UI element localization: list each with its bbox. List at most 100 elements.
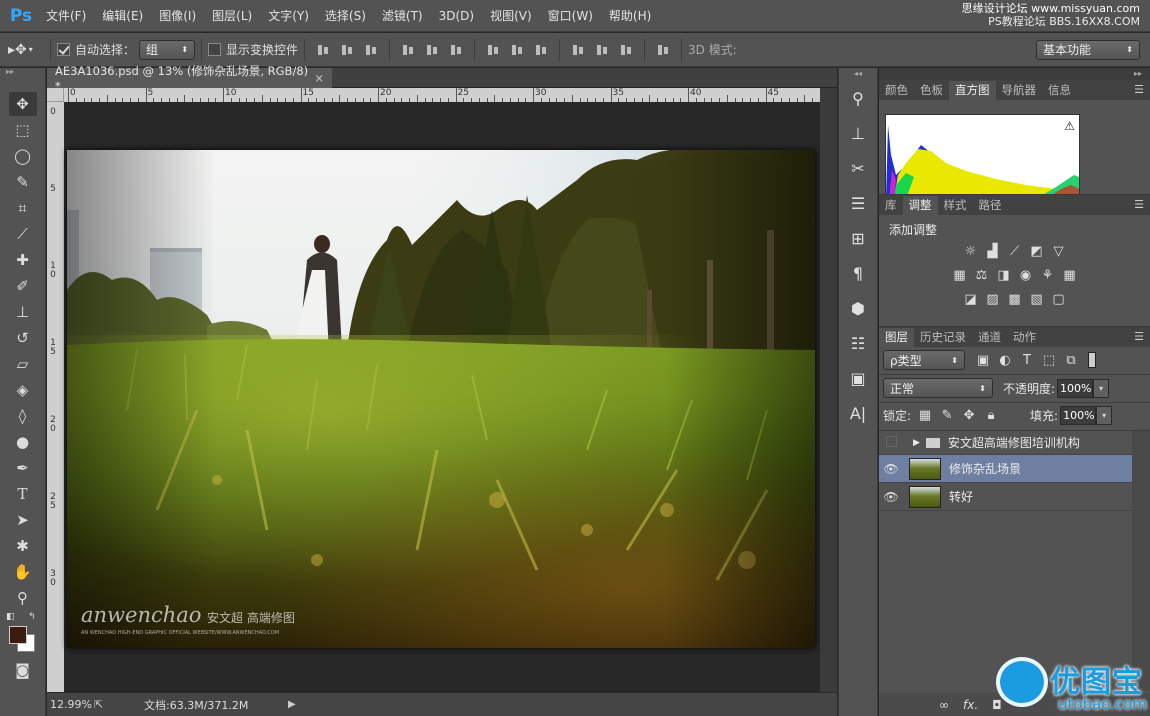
lock-pixels-icon[interactable]: ✎ — [939, 408, 955, 423]
tool-presets-icon[interactable]: ✂ — [843, 154, 873, 182]
layer-group-row[interactable]: ▶ 安文超高端修图培训机构 — [879, 431, 1132, 455]
align-left-icon[interactable] — [401, 43, 415, 57]
adjustments-panel-tab[interactable]: 库 — [879, 196, 903, 215]
menu-item[interactable]: 文件(F) — [38, 0, 94, 32]
vibrance-icon[interactable]: ▽ — [1051, 244, 1067, 259]
export-icon[interactable]: ⇱ — [94, 698, 114, 711]
layer-style-icon[interactable]: fx. — [963, 698, 978, 712]
foreground-color-swatch[interactable] — [9, 626, 27, 644]
layers-scrollbar[interactable] — [1132, 431, 1150, 691]
align-hcenter-icon[interactable] — [425, 43, 439, 57]
status-menu-arrow-icon[interactable]: ▶ — [288, 699, 296, 710]
show-transform-checkbox[interactable]: 显示变换控件 — [208, 41, 298, 58]
warning-icon[interactable]: ⚠ — [1064, 119, 1075, 133]
filter-type-icon[interactable]: T — [1019, 353, 1035, 368]
lasso-tool-icon[interactable]: ◯ — [9, 144, 37, 168]
auto-select-checkbox[interactable]: 自动选择： — [57, 41, 135, 58]
horizontal-ruler[interactable]: 0 5 10 15 20 25 30 35 40 45 — [64, 88, 837, 102]
levels-icon[interactable]: ▟ — [985, 244, 1001, 259]
healing-brush-tool-icon[interactable]: ✚ — [9, 248, 37, 272]
histogram-panel-tab[interactable]: 颜色 — [879, 81, 914, 100]
default-colors-icon[interactable]: ◧ — [6, 612, 15, 622]
menu-item[interactable]: 帮助(H) — [601, 0, 659, 32]
glyphs-icon[interactable]: A| — [843, 399, 873, 427]
curves-icon[interactable]: ⟋ — [1007, 244, 1023, 259]
vertical-scrollbar[interactable] — [820, 88, 837, 692]
path-select-tool-icon[interactable]: ➤ — [9, 508, 37, 532]
shape-tool-icon[interactable]: ✱ — [9, 534, 37, 558]
quick-select-tool-icon[interactable]: ✎ — [9, 170, 37, 194]
vertical-ruler[interactable]: 0 5 1 0 1 5 2 0 2 5 3 0 — [47, 102, 64, 692]
menu-item[interactable]: 编辑(E) — [94, 0, 151, 32]
marquee-tool-icon[interactable]: ⬚ — [9, 118, 37, 142]
crop-tool-icon[interactable]: ⌗ — [9, 196, 37, 220]
quick-mask-icon[interactable]: ◙ — [9, 658, 37, 682]
character-panel-icon[interactable]: ☰ — [843, 189, 873, 217]
dodge-tool-icon[interactable]: ● — [9, 430, 37, 454]
opacity-dropdown-icon[interactable]: ▾ — [1093, 378, 1110, 398]
distribute-bottom-icon[interactable] — [534, 43, 548, 57]
menu-item[interactable]: 窗口(W) — [540, 0, 601, 32]
exposure-icon[interactable]: ◩ — [1029, 244, 1045, 259]
paragraph-icon[interactable]: ¶ — [843, 259, 873, 287]
zoom-tool-icon[interactable]: ⚲ — [9, 586, 37, 610]
visibility-toggle-empty[interactable] — [879, 435, 903, 450]
layer-filter-dropdown[interactable]: ρ类型 ⬍ — [883, 350, 965, 370]
menu-item[interactable]: 图层(L) — [204, 0, 260, 32]
layers-panel-tab[interactable]: 通道 — [972, 328, 1007, 347]
invert-icon[interactable]: ◪ — [963, 292, 979, 307]
selective-color-icon[interactable]: ▢ — [1051, 292, 1067, 307]
hand-tool-icon[interactable]: ✋ — [9, 560, 37, 584]
black-white-icon[interactable]: ◨ — [996, 268, 1012, 283]
opacity-input[interactable]: 100% — [1057, 378, 1094, 398]
menu-item[interactable]: 文字(Y) — [260, 0, 317, 32]
layers-panel-tab[interactable]: 动作 — [1007, 328, 1042, 347]
auto-select-dropdown[interactable]: 组 ⬍ — [139, 39, 196, 60]
adjustments-panel-tab[interactable]: 调整 — [902, 196, 938, 215]
ruler-origin[interactable] — [47, 88, 64, 102]
fill-dropdown-icon[interactable]: ▾ — [1096, 406, 1113, 425]
distribute-vcenter-icon[interactable] — [510, 43, 524, 57]
distribute-right-icon[interactable] — [619, 43, 633, 57]
menu-item[interactable]: 图像(I) — [151, 0, 204, 32]
panel-menu-icon[interactable]: ☰ — [1134, 330, 1144, 343]
paragraph-styles-icon[interactable]: ⊞ — [843, 224, 873, 252]
hue-saturation-icon[interactable]: ▦ — [952, 268, 968, 283]
threshold-icon[interactable]: ▩ — [1007, 292, 1023, 307]
filter-toggle-icon[interactable] — [1088, 352, 1096, 368]
swap-colors-icon[interactable]: ↰ — [28, 612, 36, 622]
collapse-arrows-icon[interactable]: ▸▸ — [0, 68, 45, 76]
filter-pixel-icon[interactable]: ▣ — [975, 353, 991, 368]
photo-filter-icon[interactable]: ◉ — [1018, 268, 1034, 283]
panel-menu-icon[interactable]: ☰ — [1134, 83, 1144, 96]
channel-mixer-icon[interactable]: ⚘ — [1040, 268, 1056, 283]
menu-item[interactable]: 选择(S) — [317, 0, 374, 32]
eye-icon[interactable]: 👁︎ — [879, 490, 903, 504]
properties-icon[interactable]: ☷ — [843, 329, 873, 357]
panel-menu-icon[interactable]: ☰ — [1134, 198, 1144, 211]
adjustments-panel-tab[interactable]: 路径 — [973, 196, 1008, 215]
brush-preset-icon[interactable]: ⚲ — [843, 84, 873, 112]
3d-panel-icon[interactable]: ⬢ — [843, 294, 873, 322]
histogram-panel-tab[interactable]: 直方图 — [949, 81, 996, 100]
document-tab[interactable]: AE3A1036.psd @ 13% (修饰杂乱场景, RGB/8) * × — [47, 64, 332, 93]
blur-tool-icon[interactable]: ◊ — [9, 404, 37, 428]
color-lookup-icon[interactable]: ▦ — [1062, 268, 1078, 283]
layers-panel-tab[interactable]: 历史记录 — [914, 328, 972, 347]
filter-shape-icon[interactable]: ⬚ — [1041, 353, 1057, 368]
timeline-icon[interactable]: ▣ — [843, 364, 873, 392]
eraser-tool-icon[interactable]: ▱ — [9, 352, 37, 376]
layer-row[interactable]: 👁︎ 转好 — [879, 483, 1132, 511]
clone-source-icon[interactable]: ⊥ — [843, 119, 873, 147]
stamp-tool-icon[interactable]: ⊥ — [9, 300, 37, 324]
distribute-left-icon[interactable] — [571, 43, 585, 57]
blend-mode-dropdown[interactable]: 正常 ⬍ — [883, 378, 993, 398]
fill-input[interactable]: 100% — [1060, 406, 1097, 425]
gradient-map-icon[interactable]: ▧ — [1029, 292, 1045, 307]
collapse-arrows-icon[interactable]: ▸▸ — [879, 68, 1150, 80]
workspace-dropdown[interactable]: 基本功能 ⬍ — [1036, 39, 1140, 60]
lock-transparent-icon[interactable]: ▦ — [917, 408, 933, 423]
brightness-icon[interactable]: ☼ — [963, 244, 979, 259]
collapse-arrows-icon[interactable]: ◂◂ — [839, 68, 877, 80]
eye-icon[interactable]: 👁︎ — [879, 462, 903, 476]
